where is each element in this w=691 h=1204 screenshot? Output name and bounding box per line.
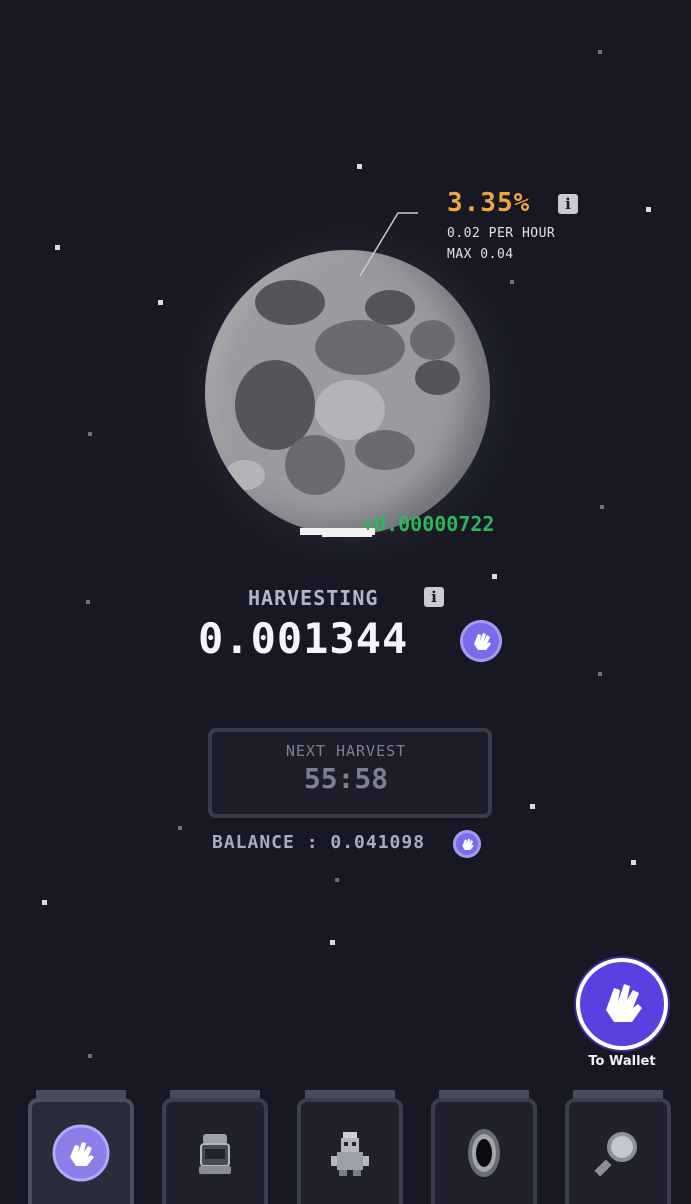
to-wallet-button[interactable] — [580, 962, 664, 1046]
coin-icon — [453, 830, 481, 858]
balance-text: BALANCE : 0.041098 — [212, 832, 426, 853]
magnifier-icon — [594, 1132, 637, 1177]
robot-icon — [331, 1132, 369, 1176]
next-harvest-timer: 55:58 — [303, 762, 389, 795]
nav-tab-black-hole[interactable] — [431, 1090, 537, 1204]
nav-tab-robot[interactable] — [297, 1090, 403, 1204]
coin-icon — [460, 620, 502, 662]
rate-per-hour: 0.02 PER HOUR — [447, 226, 556, 241]
harvesting-label: HARVESTING — [248, 586, 379, 610]
capsule-icon — [199, 1134, 231, 1174]
black-hole-icon — [468, 1129, 500, 1177]
gain-increment: +0.00000722 — [362, 512, 495, 536]
moon-coin-icon — [52, 1124, 110, 1182]
harvesting-value: 0.001344 — [198, 614, 409, 663]
nav-tab-capsule[interactable] — [162, 1090, 268, 1204]
info-icon[interactable]: i — [424, 587, 444, 607]
hand-icon — [606, 984, 642, 1022]
nav-tab-search[interactable] — [565, 1090, 671, 1204]
rate-percent: 3.35% — [447, 188, 531, 218]
info-icon[interactable]: i — [558, 194, 578, 214]
next-harvest-label: NEXT HARVEST — [285, 742, 407, 760]
nav-tab-harvest[interactable] — [28, 1090, 134, 1204]
to-wallet-label: To Wallet — [588, 1054, 656, 1069]
moon[interactable] — [205, 250, 490, 535]
rate-max: MAX 0.04 — [447, 247, 514, 262]
